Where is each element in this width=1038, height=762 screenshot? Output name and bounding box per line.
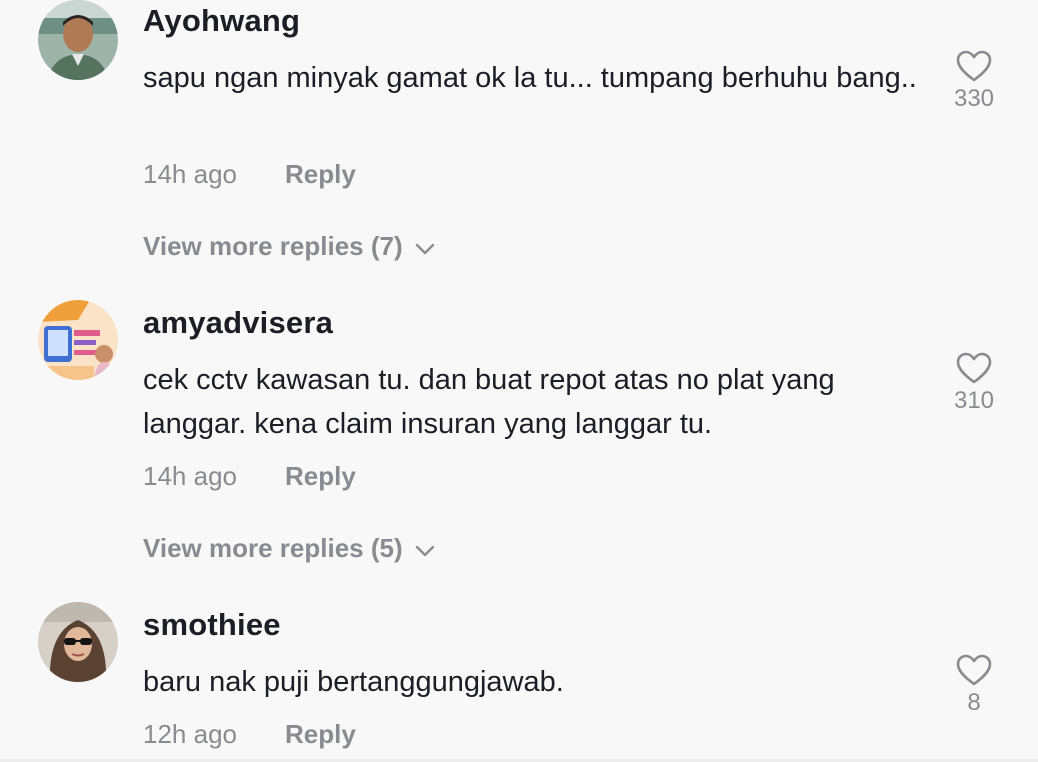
like-count: 8 [967, 689, 981, 716]
like-count: 330 [953, 85, 995, 112]
comment-timestamp: 12h ago [143, 719, 237, 749]
comment-meta: 12h ago Reply [143, 719, 356, 750]
view-more-replies-button[interactable]: View more replies (5) [143, 533, 435, 564]
comment-text: sapu ngan minyak gamat ok la tu... tumpa… [143, 62, 917, 94]
heart-outline-icon [944, 49, 1004, 83]
comment-timestamp: 14h ago [143, 159, 237, 189]
view-more-replies-button[interactable]: View more replies (7) [143, 231, 435, 262]
view-more-replies-label: View more replies (5) [143, 533, 403, 563]
like-count: 310 [953, 387, 995, 414]
avatar[interactable] [38, 300, 118, 380]
comment-timestamp: 14h ago [143, 461, 237, 491]
avatar[interactable] [38, 0, 118, 80]
comment-text: cek cctv kawasan tu. dan buat repot atas… [143, 364, 835, 440]
heart-outline-icon [944, 351, 1004, 385]
reply-button[interactable]: Reply [285, 461, 356, 491]
comment-text: baru nak puji bertanggungjawab. [143, 666, 564, 698]
like-button[interactable]: 330 [944, 49, 1004, 113]
view-more-replies-label: View more replies (7) [143, 231, 403, 261]
comment-meta: 14h ago Reply [143, 159, 356, 190]
comment-username[interactable]: smothiee [143, 607, 281, 643]
chevron-down-icon [415, 533, 435, 564]
like-button[interactable]: 310 [944, 351, 1004, 415]
comment-username[interactable]: Ayohwang [143, 3, 300, 39]
reply-button[interactable]: Reply [285, 159, 356, 189]
comment-meta: 14h ago Reply [143, 461, 356, 492]
comment-username[interactable]: amyadvisera [143, 305, 333, 341]
like-button[interactable]: 8 [944, 653, 1004, 717]
avatar[interactable] [38, 602, 118, 682]
reply-button[interactable]: Reply [285, 719, 356, 749]
chevron-down-icon [415, 231, 435, 262]
heart-outline-icon [944, 653, 1004, 687]
